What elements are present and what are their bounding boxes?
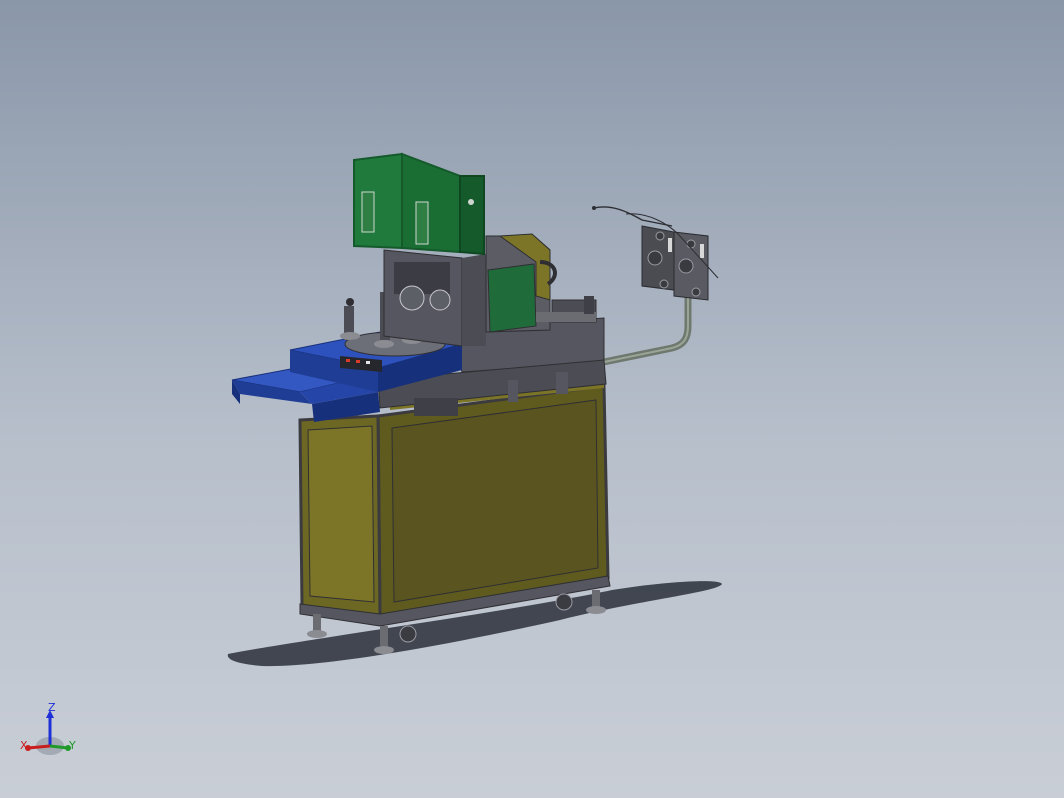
3d-viewport[interactable]: Z X Y xyxy=(0,0,1064,798)
x-axis-line xyxy=(27,744,51,750)
feeder-head xyxy=(485,233,597,333)
press-column xyxy=(383,249,486,347)
coordinate-triad: Z X Y xyxy=(14,698,86,762)
z-axis-label: Z xyxy=(48,701,56,714)
green-safety-guard xyxy=(353,152,485,256)
y-axis-label: Y xyxy=(69,739,76,752)
x-axis-label: X xyxy=(20,739,28,752)
machine-model[interactable] xyxy=(0,0,1064,798)
wire-straightener-unit xyxy=(592,206,719,301)
feed-pipe xyxy=(603,296,692,366)
